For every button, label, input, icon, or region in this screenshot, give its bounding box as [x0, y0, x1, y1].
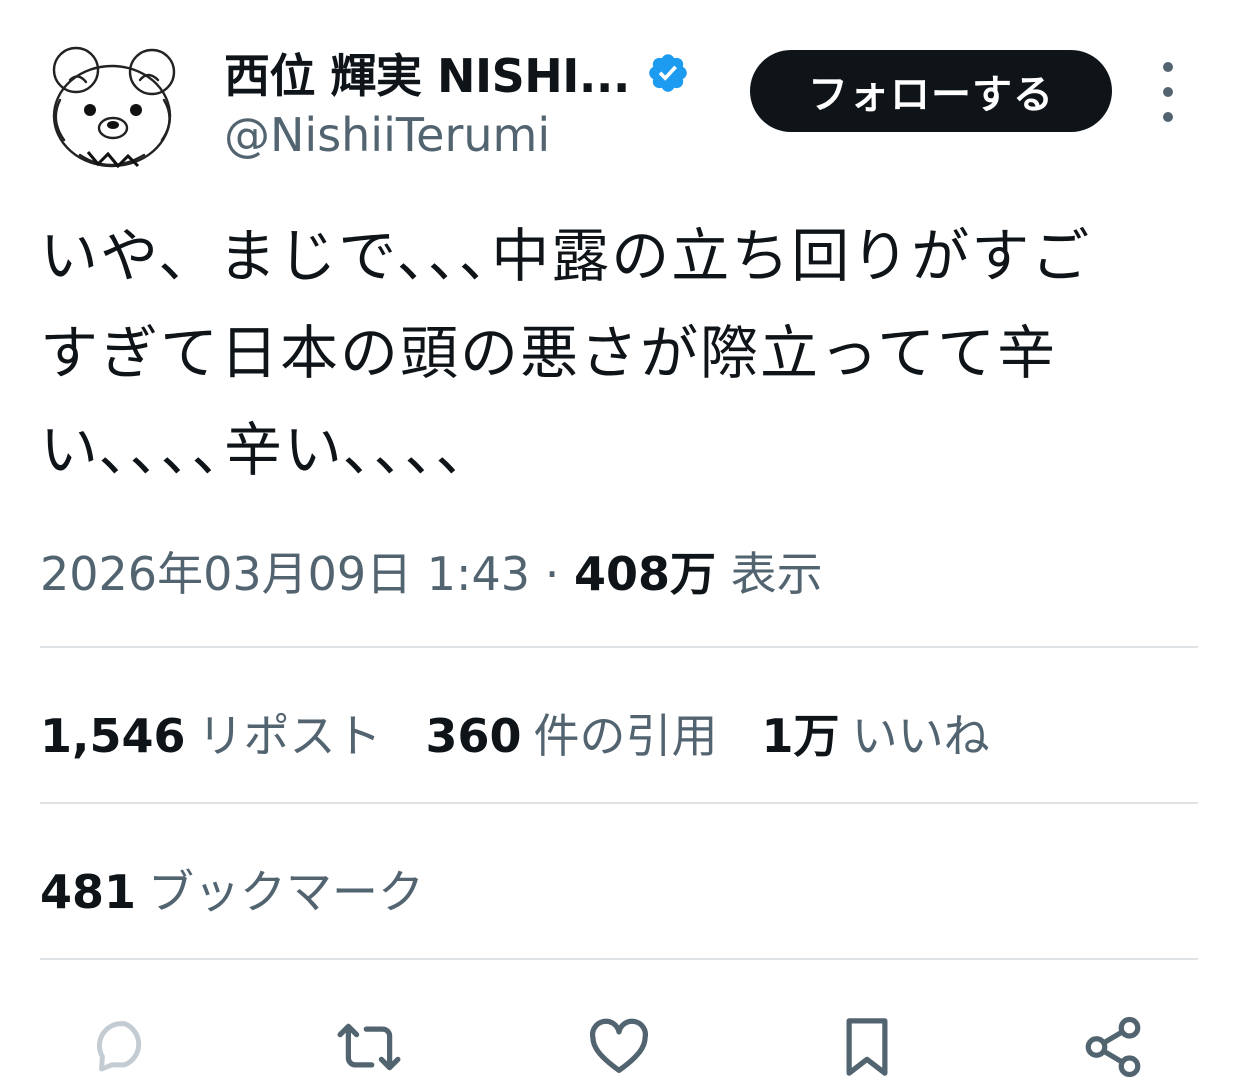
bookmark-icon[interactable]: [832, 1012, 902, 1082]
views-label: 表示: [730, 547, 823, 601]
divider: [40, 802, 1198, 804]
name-row: 西位 輝実 NISHI...: [224, 40, 690, 106]
repost-stat[interactable]: 1,546 リポスト: [40, 700, 382, 766]
quote-stat[interactable]: 360 件の引用: [426, 700, 718, 766]
tweet-header: 西位 輝実 NISHI... @NishiiTerumi フォローする: [0, 0, 1238, 190]
quote-label: 件の引用: [533, 709, 718, 763]
meta-separator: ·: [544, 547, 560, 601]
repost-icon[interactable]: [334, 1012, 404, 1082]
action-bar: [0, 1000, 1238, 1089]
bookmark-stat[interactable]: 481 ブックマーク: [40, 856, 424, 922]
share-icon[interactable]: [1078, 1012, 1148, 1082]
like-icon[interactable]: [584, 1012, 654, 1082]
verified-badge-icon: [646, 51, 690, 95]
like-label: いいね: [851, 709, 990, 763]
avatar[interactable]: [40, 40, 184, 176]
bookmark-label: ブックマーク: [148, 865, 425, 919]
follow-button[interactable]: フォローする: [750, 50, 1112, 132]
user-handle[interactable]: @NishiiTerumi: [224, 108, 550, 162]
divider: [40, 958, 1198, 960]
tweet-text: いや、まじで､､､中露の立ち回りがすご すぎて日本の頭の悪さが際立ってて辛 い､…: [40, 222, 1092, 484]
bookmark-count: 481: [40, 865, 137, 919]
bear-avatar-icon: [52, 46, 176, 169]
quote-count: 360: [425, 709, 522, 763]
reply-icon[interactable]: [88, 1012, 158, 1082]
tweet-meta: 2026年03月09日 1:43 · 408万 表示: [40, 538, 823, 604]
display-name[interactable]: 西位 輝実 NISHI...: [224, 40, 630, 106]
engagement-stats: 1,546 リポスト 360 件の引用 1万 いいね: [40, 700, 1034, 766]
like-stat[interactable]: 1万 いいね: [762, 700, 990, 766]
views-count: 408万: [573, 547, 716, 601]
tweet-timestamp[interactable]: 2026年03月09日 1:43: [40, 547, 530, 601]
divider: [40, 646, 1198, 648]
repost-count: 1,546: [40, 709, 186, 763]
repost-label: リポスト: [197, 709, 382, 763]
like-count: 1万: [761, 709, 840, 763]
more-options-icon[interactable]: [1152, 62, 1184, 122]
